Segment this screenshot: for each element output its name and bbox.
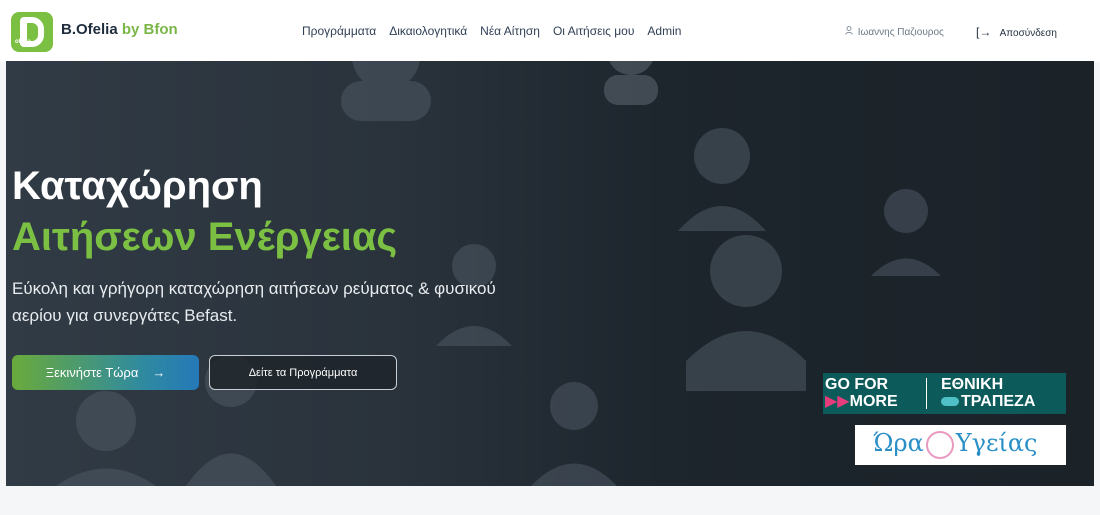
start-now-label: Ξεκινήστε Τώρα xyxy=(45,365,139,380)
main-nav: Προγράμματα Δικαιολογητικά Νέα Αίτηση Οι… xyxy=(302,24,694,38)
go-for-more-badge: GO FOR ▶▶MORE ΕΘΝΙΚΗ ΤΡΑΠΕΖΑ xyxy=(823,373,1066,414)
ora-text: Ώρα xyxy=(873,429,924,457)
hero-title-line2: Αιτήσεων Ενέργειας xyxy=(12,215,398,259)
ora-ygeias-logo: Ώρα Υγείας xyxy=(873,429,1037,459)
top-navbar: ofelia B.Ofelia by Bfon Προγράμματα Δικα… xyxy=(0,0,1100,62)
ygeias-text: Υγείας xyxy=(955,429,1038,457)
nav-link-admin[interactable]: Admin xyxy=(647,24,681,38)
user-icon xyxy=(845,26,855,37)
nav-link-new-application[interactable]: Νέα Αίτηση xyxy=(480,24,540,38)
logout-arrow-icon: [→ xyxy=(976,25,992,39)
heart-icon xyxy=(925,430,954,459)
go-for-line2: MORE xyxy=(849,393,898,410)
view-programs-button[interactable]: Δείτε τα Προγράμματα xyxy=(209,355,397,390)
nav-link-my-applications[interactable]: Οι Αιτήσεις μου xyxy=(553,24,634,38)
user-menu[interactable]: Ιωαννης Παζιουρος xyxy=(845,26,944,38)
hero-subtitle: Εύκολη και γρήγορη καταχώρηση αιτήσεων ρ… xyxy=(12,279,496,325)
go-for-line1: GO FOR xyxy=(825,376,889,393)
ora-ygeias-badge: Ώρα Υγείας xyxy=(855,425,1066,465)
nav-link-documents[interactable]: Δικαιολογητικά xyxy=(389,24,467,38)
brand-name[interactable]: B.Ofelia by Bfon xyxy=(61,21,178,38)
logo-small-text: ofelia xyxy=(15,39,31,45)
bank-line1: ΕΘΝΙΚΗ xyxy=(941,376,1004,393)
brand-name-main: B.Ofelia xyxy=(61,21,118,38)
logout-button[interactable]: [→ Αποσύνδεση xyxy=(976,25,1057,39)
brand-logo[interactable]: ofelia xyxy=(11,12,53,52)
arrow-right-icon: → xyxy=(152,365,166,380)
logout-label: Αποσύνδεση xyxy=(999,28,1057,39)
hero-background-image xyxy=(56,61,941,486)
go-for-arrows-icon: ▶▶ xyxy=(825,393,850,410)
bank-line2: ΤΡΑΠΕΖΑ xyxy=(961,393,1036,410)
nav-link-programs[interactable]: Προγράμματα xyxy=(302,24,376,38)
badge-divider xyxy=(926,378,927,409)
start-now-button[interactable]: Ξεκινήστε Τώρα → xyxy=(12,355,199,390)
brand-name-suffix: by Bfon xyxy=(121,21,178,38)
user-name: Ιωαννης Παζιουρος xyxy=(857,27,944,38)
view-programs-label: Δείτε τα Προγράμματα xyxy=(248,366,358,379)
national-bank-text: ΕΘΝΙΚΗ ΤΡΑΠΕΖΑ xyxy=(941,376,1035,410)
go-for-more-text: GO FOR ▶▶MORE xyxy=(825,376,898,410)
hero-section: Καταχώρηση Αιτήσεων Ενέργειας Εύκολη και… xyxy=(6,61,1094,486)
bank-logo-icon xyxy=(941,397,959,407)
hero-title-line1: Καταχώρηση xyxy=(12,164,263,208)
